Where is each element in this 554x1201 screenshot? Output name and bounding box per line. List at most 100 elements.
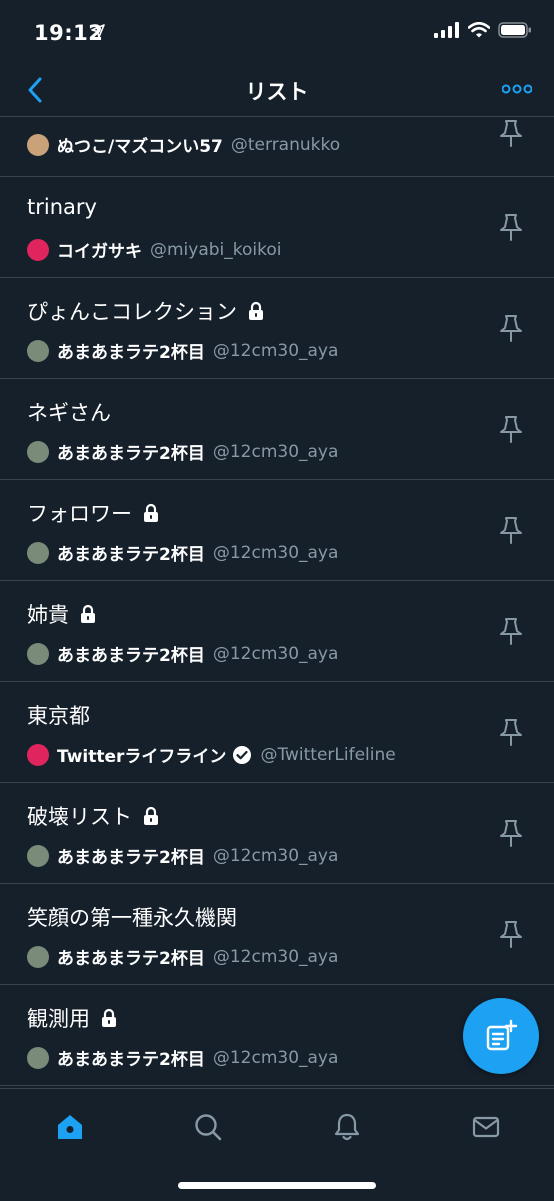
owner-handle: @12cm30_aya — [212, 542, 339, 563]
status-indicators — [434, 21, 532, 42]
owner-name: あまあまラテ2杯目 — [57, 949, 205, 969]
avatar — [27, 339, 49, 362]
owner-handle: @TwitterLifeline — [260, 744, 396, 765]
list-item[interactable]: ぴょんこコレクションあまあまラテ2杯目 @12cm30_aya — [0, 278, 554, 379]
pin-icon[interactable] — [496, 312, 526, 344]
mail-icon — [472, 1116, 500, 1138]
avatar — [27, 238, 49, 261]
lock-icon — [247, 301, 265, 321]
location-arrow-icon — [91, 23, 105, 42]
create-list-button[interactable] — [463, 998, 539, 1074]
owner-row: あまあまラテ2杯目 @12cm30_aya — [27, 641, 338, 666]
owner-row: あまあまラテ2杯目 @12cm30_aya — [27, 944, 338, 969]
signal-icon — [434, 22, 460, 42]
owner-row: Twitterライフライン @TwitterLifeline — [27, 742, 396, 767]
pin-icon[interactable] — [496, 514, 526, 546]
list-title-row: 笑顔の第一種永久機関 — [27, 902, 237, 932]
owner-name: あまあまラテ2杯目 — [57, 646, 205, 666]
pin-icon[interactable] — [496, 615, 526, 647]
lock-icon — [100, 1008, 118, 1028]
avatar — [27, 642, 49, 665]
bell-icon — [334, 1113, 360, 1141]
owner-name: あまあまラテ2杯目 — [57, 343, 205, 363]
pin-icon[interactable] — [496, 716, 526, 748]
list-name: 破壊リスト — [27, 805, 132, 829]
owner-row: あまあまラテ2杯目 @12cm30_aya — [27, 439, 338, 464]
status-bar: 19:12 — [0, 0, 554, 64]
owner-handle: @terranukko — [230, 134, 341, 155]
owner-row: あまあまラテ2杯目 @12cm30_aya — [27, 540, 338, 565]
pin-icon[interactable] — [496, 413, 526, 445]
lock-icon — [142, 806, 160, 826]
pin-icon[interactable] — [496, 117, 526, 149]
list-name: 笑顔の第一種永久機関 — [27, 906, 237, 930]
avatar — [27, 844, 49, 867]
list-item[interactable]: ネギさんあまあまラテ2杯目 @12cm30_aya — [0, 379, 554, 480]
owner-handle: @miyabi_koikoi — [150, 239, 282, 260]
avatar — [27, 743, 49, 766]
owner-name: あまあまラテ2杯目 — [57, 1050, 205, 1070]
owner-name: ぬつこ/マズコンい57 — [57, 137, 223, 157]
lock-icon — [79, 604, 97, 624]
tab-bar — [0, 1088, 554, 1201]
owner-handle: @12cm30_aya — [212, 441, 339, 462]
tab-messages[interactable] — [466, 1107, 506, 1147]
owner-name: あまあまラテ2杯目 — [57, 444, 205, 464]
search-icon — [195, 1114, 222, 1141]
list-item[interactable]: 東京都 Twitterライフライン @TwitterLifeline — [0, 682, 554, 783]
owner-handle: @12cm30_aya — [212, 946, 339, 967]
home-icon — [58, 1115, 82, 1139]
page-title: リスト — [245, 80, 309, 104]
owner-name: Twitterライフライン — [57, 747, 227, 767]
pin-icon[interactable] — [496, 918, 526, 950]
lock-icon — [142, 503, 160, 523]
list-item[interactable]: 姉貴あまあまラテ2杯目 @12cm30_aya — [0, 581, 554, 682]
list-item[interactable]: ぬつこ/マズコンい57 @terranukko — [0, 117, 554, 177]
list-title-row: ぴょんこコレクション — [27, 296, 265, 326]
list-name: 東京都 — [27, 704, 90, 728]
pin-icon[interactable] — [496, 211, 526, 243]
list-title-row: ネギさん — [27, 397, 111, 427]
tab-notifications[interactable] — [327, 1107, 367, 1147]
lists-container: ぬつこ/マズコンい57 @terranukko trinary コイガサキ @miyab… — [0, 117, 554, 1088]
battery-icon — [498, 22, 532, 42]
list-title-row: 観測用 — [27, 1003, 118, 1033]
avatar — [27, 440, 49, 463]
list-name: 姉貴 — [27, 603, 69, 627]
verified-badge-icon — [232, 745, 252, 765]
owner-row: あまあまラテ2杯目 @12cm30_aya — [27, 843, 338, 868]
owner-name: コイガサキ — [57, 242, 142, 262]
avatar — [27, 945, 49, 968]
tab-search[interactable] — [188, 1107, 228, 1147]
avatar — [27, 1046, 49, 1069]
list-item[interactable]: フォロワーあまあまラテ2杯目 @12cm30_aya — [0, 480, 554, 581]
list-name: trinary — [27, 195, 97, 219]
owner-row: ぬつこ/マズコンい57 @terranukko — [27, 132, 340, 157]
pin-icon[interactable] — [496, 817, 526, 849]
list-title-row: 姉貴 — [27, 599, 97, 629]
tab-home[interactable] — [50, 1107, 90, 1147]
owner-row: あまあまラテ2杯目 @12cm30_aya — [27, 1045, 338, 1070]
list-name: フォロワー — [27, 502, 132, 526]
more-button[interactable] — [500, 76, 534, 102]
owner-handle: @12cm30_aya — [212, 643, 339, 664]
list-name: 観測用 — [27, 1007, 90, 1031]
list-item[interactable]: 笑顔の第一種永久機関あまあまラテ2杯目 @12cm30_aya — [0, 884, 554, 985]
list-item[interactable]: trinary コイガサキ @miyabi_koikoi — [0, 177, 554, 278]
list-title-row: 東京都 — [27, 700, 90, 730]
list-item[interactable]: 破壊リストあまあまラテ2杯目 @12cm30_aya — [0, 783, 554, 884]
list-title-row: 破壊リスト — [27, 801, 160, 831]
owner-handle: @12cm30_aya — [212, 340, 339, 361]
home-indicator — [178, 1182, 376, 1189]
avatar — [27, 133, 49, 156]
owner-handle: @12cm30_aya — [212, 845, 339, 866]
list-name: ぴょんこコレクション — [27, 300, 237, 324]
avatar — [27, 541, 49, 564]
compose-list-icon — [486, 1019, 518, 1051]
list-title-row: フォロワー — [27, 498, 160, 528]
owner-row: コイガサキ @miyabi_koikoi — [27, 237, 282, 262]
wifi-icon — [467, 21, 491, 42]
owner-name: あまあまラテ2杯目 — [57, 545, 205, 565]
owner-handle: @12cm30_aya — [212, 1047, 339, 1068]
more-icon — [502, 84, 532, 94]
